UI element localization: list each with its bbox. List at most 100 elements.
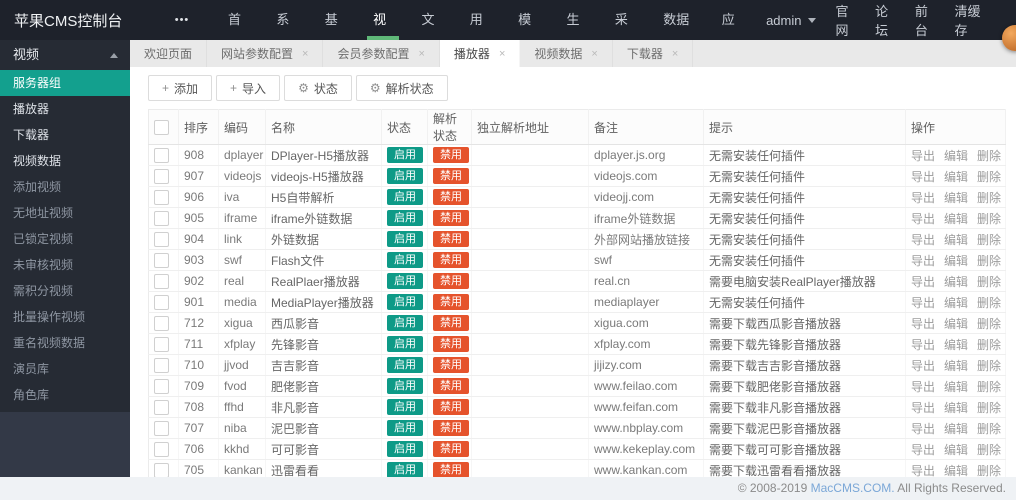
toolbar-button-1[interactable]: + 导入	[216, 75, 281, 101]
status-badge[interactable]: 启用	[387, 420, 423, 436]
export-link[interactable]: 导出	[911, 149, 935, 163]
export-link[interactable]: 导出	[911, 275, 935, 289]
sidebar-item-2[interactable]: 下载器	[0, 122, 130, 148]
sidebar-item-12[interactable]: 角色库	[0, 382, 130, 408]
edit-link[interactable]: 编辑	[944, 296, 968, 310]
parse-status-badge[interactable]: 禁用	[433, 294, 469, 310]
parse-status-badge[interactable]: 禁用	[433, 210, 469, 226]
status-badge[interactable]: 启用	[387, 189, 423, 205]
nav-item-0[interactable]: 首页	[214, 0, 262, 67]
nav-item-6[interactable]: 模版	[504, 0, 552, 67]
parse-status-badge[interactable]: 禁用	[433, 189, 469, 205]
tab-3[interactable]: 播放器 ×	[439, 40, 521, 67]
delete-link[interactable]: 删除	[977, 317, 1001, 331]
edit-link[interactable]: 编辑	[944, 443, 968, 457]
toolbar-button-3[interactable]: ⚙ 解析状态	[355, 75, 448, 101]
toolbar-button-2[interactable]: ⚙ 状态	[284, 75, 352, 101]
toolbar-button-0[interactable]: + 添加	[148, 75, 213, 101]
status-badge[interactable]: 启用	[387, 441, 423, 457]
maccms-link[interactable]: MacCMS.COM.	[811, 481, 895, 495]
status-badge[interactable]: 启用	[387, 294, 423, 310]
status-badge[interactable]: 启用	[387, 168, 423, 184]
delete-link[interactable]: 删除	[977, 254, 1001, 268]
export-link[interactable]: 导出	[911, 359, 935, 373]
export-link[interactable]: 导出	[911, 254, 935, 268]
edit-link[interactable]: 编辑	[944, 380, 968, 394]
sidebar-item-8[interactable]: 需积分视频	[0, 278, 130, 304]
sidebar-item-1[interactable]: 播放器	[0, 96, 130, 122]
navbar-right-item-2[interactable]: 论坛	[865, 1, 905, 39]
export-link[interactable]: 导出	[911, 380, 935, 394]
delete-link[interactable]: 删除	[977, 422, 1001, 436]
export-link[interactable]: 导出	[911, 443, 935, 457]
status-badge[interactable]: 启用	[387, 336, 423, 352]
delete-link[interactable]: 删除	[977, 149, 1001, 163]
tab-close-icon[interactable]: ×	[499, 48, 505, 60]
delete-link[interactable]: 删除	[977, 170, 1001, 184]
nav-item-1[interactable]: 系统	[262, 0, 310, 67]
row-checkbox[interactable]	[154, 399, 169, 415]
delete-link[interactable]: 删除	[977, 401, 1001, 415]
status-badge[interactable]: 启用	[387, 231, 423, 247]
nav-item-9[interactable]: 数据库	[649, 0, 708, 67]
export-link[interactable]: 导出	[911, 170, 935, 184]
row-checkbox[interactable]	[154, 168, 169, 184]
delete-link[interactable]: 删除	[977, 338, 1001, 352]
tab-4[interactable]: 视频数据 ×	[520, 40, 613, 67]
parse-status-badge[interactable]: 禁用	[433, 168, 469, 184]
row-checkbox[interactable]	[154, 231, 169, 247]
export-link[interactable]: 导出	[911, 296, 935, 310]
nav-item-8[interactable]: 采集	[601, 0, 649, 67]
tab-close-icon[interactable]: ×	[672, 48, 678, 60]
parse-status-badge[interactable]: 禁用	[433, 336, 469, 352]
row-checkbox[interactable]	[154, 378, 169, 394]
row-checkbox[interactable]	[154, 420, 169, 436]
parse-status-badge[interactable]: 禁用	[433, 252, 469, 268]
parse-status-badge[interactable]: 禁用	[433, 399, 469, 415]
row-checkbox[interactable]	[154, 210, 169, 226]
status-badge[interactable]: 启用	[387, 462, 423, 477]
nav-item-5[interactable]: 用户	[456, 0, 504, 67]
delete-link[interactable]: 删除	[977, 191, 1001, 205]
parse-status-badge[interactable]: 禁用	[433, 273, 469, 289]
sidebar-toggle-dots-icon[interactable]: •••	[150, 14, 214, 26]
nav-item-7[interactable]: 生成	[553, 0, 601, 67]
tab-2[interactable]: 会员参数配置 ×	[323, 40, 440, 67]
edit-link[interactable]: 编辑	[944, 401, 968, 415]
nav-item-4[interactable]: 文章	[407, 0, 455, 67]
sidebar-item-9[interactable]: 批量操作视频	[0, 304, 130, 330]
parse-status-badge[interactable]: 禁用	[433, 420, 469, 436]
parse-status-badge[interactable]: 禁用	[433, 462, 469, 477]
row-checkbox[interactable]	[154, 336, 169, 352]
row-checkbox[interactable]	[154, 315, 169, 331]
parse-status-badge[interactable]: 禁用	[433, 231, 469, 247]
tab-close-icon[interactable]: ×	[418, 48, 424, 60]
tab-1[interactable]: 网站参数配置 ×	[207, 40, 324, 67]
tab-close-icon[interactable]: ×	[591, 48, 597, 60]
export-link[interactable]: 导出	[911, 464, 935, 478]
export-link[interactable]: 导出	[911, 401, 935, 415]
delete-link[interactable]: 删除	[977, 233, 1001, 247]
row-checkbox[interactable]	[154, 252, 169, 268]
edit-link[interactable]: 编辑	[944, 212, 968, 226]
status-badge[interactable]: 启用	[387, 147, 423, 163]
status-badge[interactable]: 启用	[387, 273, 423, 289]
tab-5[interactable]: 下载器 ×	[613, 40, 694, 67]
row-checkbox[interactable]	[154, 441, 169, 457]
row-checkbox[interactable]	[154, 462, 169, 477]
edit-link[interactable]: 编辑	[944, 233, 968, 247]
sidebar-group-header-video[interactable]: 视频	[0, 40, 130, 70]
status-badge[interactable]: 启用	[387, 315, 423, 331]
navbar-right-item-3[interactable]: 前台	[905, 1, 945, 39]
sidebar-item-4[interactable]: 添加视频	[0, 174, 130, 200]
navbar-right-item-0[interactable]: admin	[756, 13, 825, 28]
nav-item-3[interactable]: 视频	[359, 0, 407, 67]
parse-status-badge[interactable]: 禁用	[433, 357, 469, 373]
status-badge[interactable]: 启用	[387, 210, 423, 226]
export-link[interactable]: 导出	[911, 191, 935, 205]
export-link[interactable]: 导出	[911, 422, 935, 436]
sidebar-item-5[interactable]: 无地址视频	[0, 200, 130, 226]
edit-link[interactable]: 编辑	[944, 191, 968, 205]
sidebar-item-6[interactable]: 已锁定视频	[0, 226, 130, 252]
edit-link[interactable]: 编辑	[944, 149, 968, 163]
